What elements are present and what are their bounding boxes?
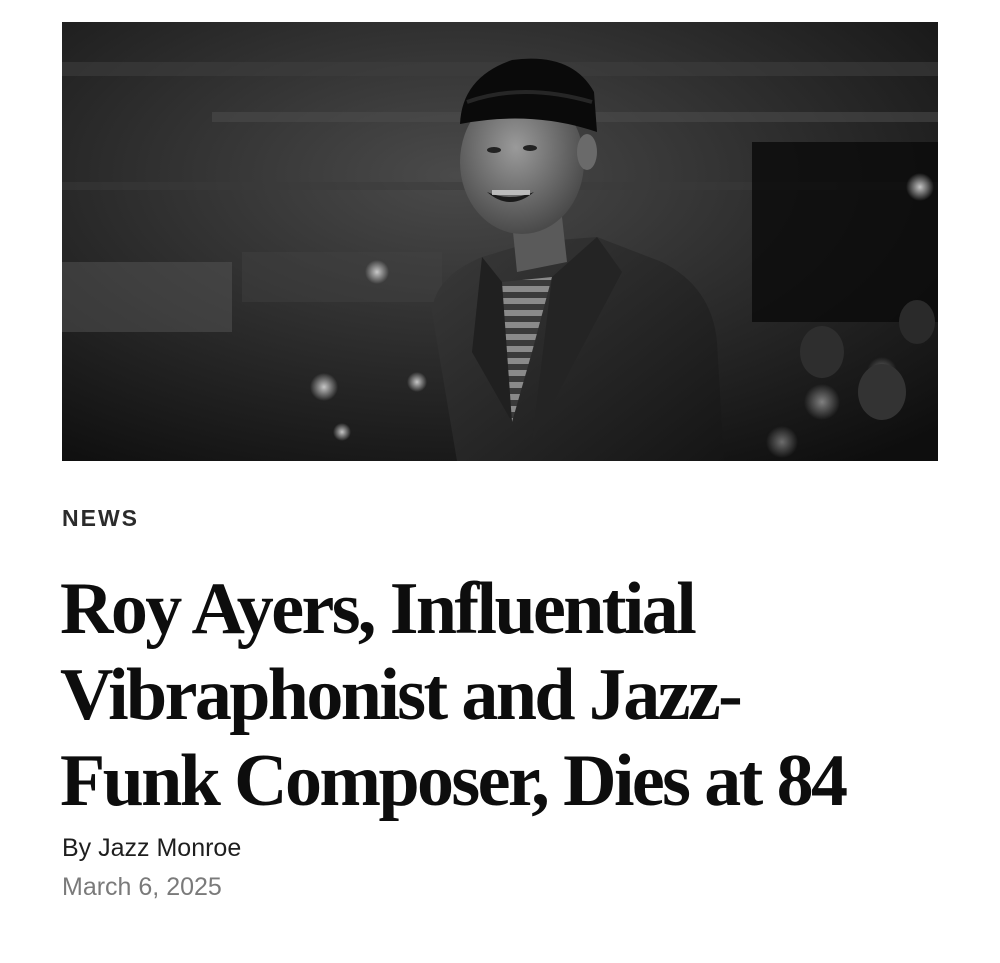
author-link[interactable]: Jazz Monroe [98, 834, 241, 862]
hero-photo-image [62, 22, 938, 461]
category-label[interactable]: NEWS [62, 505, 139, 532]
byline-prefix: By [62, 834, 99, 862]
hero-photo[interactable] [62, 22, 938, 461]
article-headline: Roy Ayers, Influential Vibraphonist and … [60, 566, 940, 824]
publish-date: March 6, 2025 [62, 873, 222, 901]
headline-line-2: Vibraphonist and Jazz- [60, 654, 743, 736]
headline-line-1: Roy Ayers, Influential [60, 568, 697, 650]
byline: By Jazz Monroe [62, 834, 241, 863]
headline-line-3: Funk Composer, Dies at 84 [60, 740, 848, 822]
